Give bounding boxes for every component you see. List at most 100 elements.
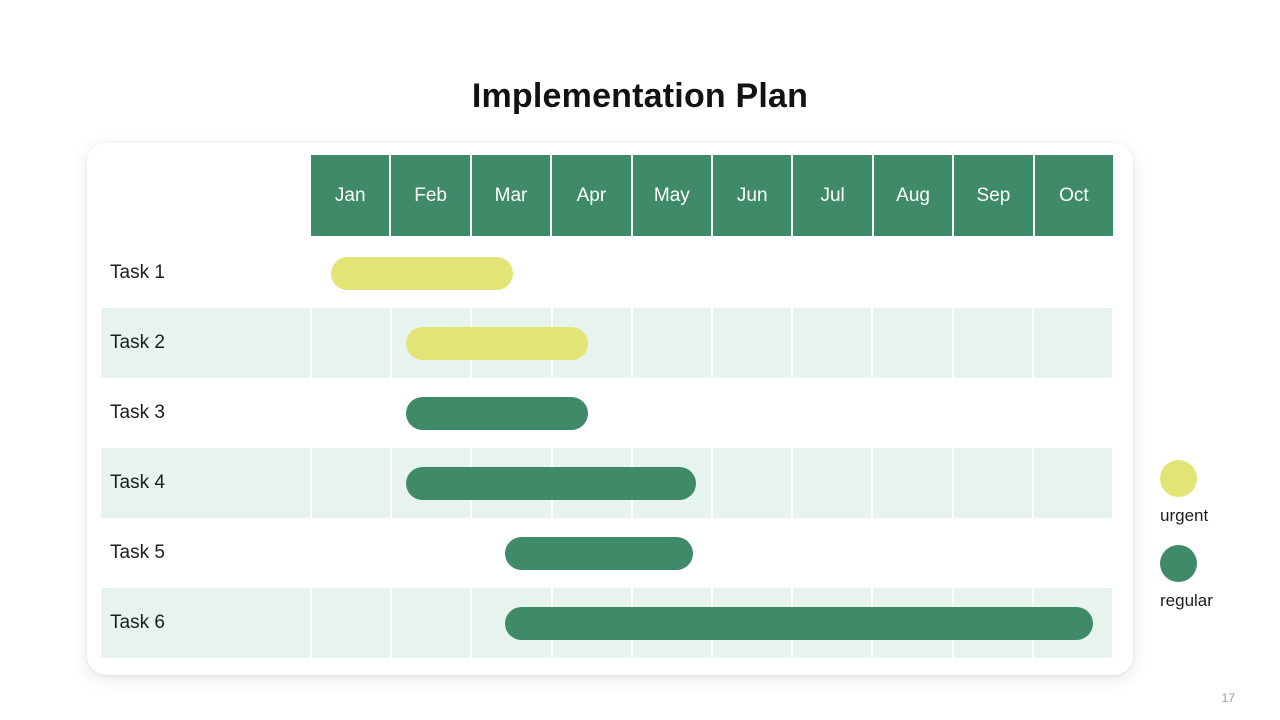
month-label: May [653,184,690,206]
column-separator [711,378,713,448]
task-label: Task 2 [110,332,165,353]
gantt-row[interactable]: Task 1 [87,238,1113,308]
column-separator [310,588,312,658]
month-label: Oct [1059,184,1089,206]
column-separator [1112,448,1114,518]
column-separator [631,238,633,308]
legend: urgent regular [1160,460,1270,630]
column-separator [1032,518,1034,588]
column-separator [310,518,312,588]
task-label: Task 5 [110,542,165,563]
gantt-row[interactable]: Task 3 [87,378,1113,448]
month-header-cell-may: May [632,155,714,236]
gantt-row[interactable]: Task 5 [87,518,1113,588]
column-separator [871,238,873,308]
column-separator [470,588,473,658]
legend-label: regular [1160,591,1213,610]
month-header-cell-jun: Jun [713,155,794,236]
month-label: Jun [736,184,768,206]
column-separator [310,448,312,518]
column-separator [390,448,393,518]
gantt-bar-task-6[interactable] [505,607,1093,640]
month-header-row: Jan Feb Mar Apr May Jun Jul Aug Sep Oct [311,155,1114,236]
column-separator [551,238,553,308]
column-separator [1031,448,1034,518]
gantt-bar-task-2[interactable] [405,327,588,360]
column-separator [631,378,633,448]
column-separator [470,518,472,588]
column-separator [1112,308,1114,378]
column-separator [791,378,793,448]
column-separator [390,518,392,588]
gantt-row[interactable]: Task 4 [87,448,1114,518]
column-separator [871,448,874,518]
row-background-band [101,308,1114,378]
gantt-bar-task-1[interactable] [331,257,514,290]
column-separator [1112,378,1114,448]
month-header-cell-feb: Feb [391,155,472,236]
column-separator [952,238,954,308]
legend-label: urgent [1160,506,1209,525]
column-separator [952,378,954,448]
legend-item-urgent[interactable]: urgent [1160,460,1270,526]
task-label: Task 1 [110,262,165,283]
column-separator [711,448,713,518]
month-header-cell-jul: Jul [793,155,874,236]
column-separator [871,518,873,588]
column-separator [390,378,392,448]
gantt-bar-task-5[interactable] [505,537,693,570]
column-separator [791,238,793,308]
column-separator [791,448,794,518]
gantt-bar-task-3[interactable] [405,397,588,430]
column-separator [310,238,312,308]
month-label: Aug [896,184,930,206]
legend-swatch-circle-icon [1160,460,1197,497]
month-label: Jul [820,184,845,206]
column-separator [310,378,312,448]
month-label: Jan [334,184,366,206]
column-separator [1112,588,1114,658]
column-separator [871,378,873,448]
gantt-rows: Task 1 Task 2 Task 3 Task 4 Task 5 Task 6 [87,238,1133,658]
column-separator [1032,378,1034,448]
column-separator [791,308,794,378]
column-separator [871,308,874,378]
task-label: Task 3 [110,402,165,423]
gantt-chart-card: Jan Feb Mar Apr May Jun Jul Aug Sep Oct Task 1 Tas… [87,143,1133,675]
month-header-cell-jan: Jan [311,155,392,236]
page-number: 17 [1221,691,1235,705]
column-separator [1112,238,1114,308]
column-separator [1112,518,1114,588]
month-header-cell-aug: Aug [873,155,955,236]
month-header-cell-apr: Apr [552,155,633,236]
month-label: Feb [414,184,447,206]
gantt-row[interactable]: Task 2 [87,308,1114,378]
month-header-cell-oct: Oct [1034,155,1114,236]
column-separator [711,518,713,588]
column-separator [791,518,793,588]
month-label: Sep [976,184,1011,206]
column-separator [390,308,393,378]
gantt-bar-task-4[interactable] [405,467,696,500]
page-title: Implementation Plan [471,77,809,115]
task-label: Task 6 [110,612,165,633]
column-separator [1032,238,1034,308]
month-header-cell-mar: Mar [471,155,553,236]
row-background-band [101,238,1113,308]
column-separator [630,308,633,378]
column-separator [711,238,713,308]
column-separator [711,308,713,378]
row-background-band [101,378,1113,448]
column-separator [951,308,954,378]
column-separator [310,308,312,378]
column-separator [952,518,954,588]
column-separator [1031,308,1034,378]
task-label: Task 4 [110,472,165,493]
column-separator [390,588,393,658]
legend-item-regular[interactable]: regular [1160,545,1270,611]
gantt-row[interactable]: Task 6 [87,588,1114,658]
month-header-cell-sep: Sep [954,155,1035,236]
month-label: Mar [494,184,528,206]
column-separator [951,448,954,518]
month-label: Apr [576,184,607,206]
